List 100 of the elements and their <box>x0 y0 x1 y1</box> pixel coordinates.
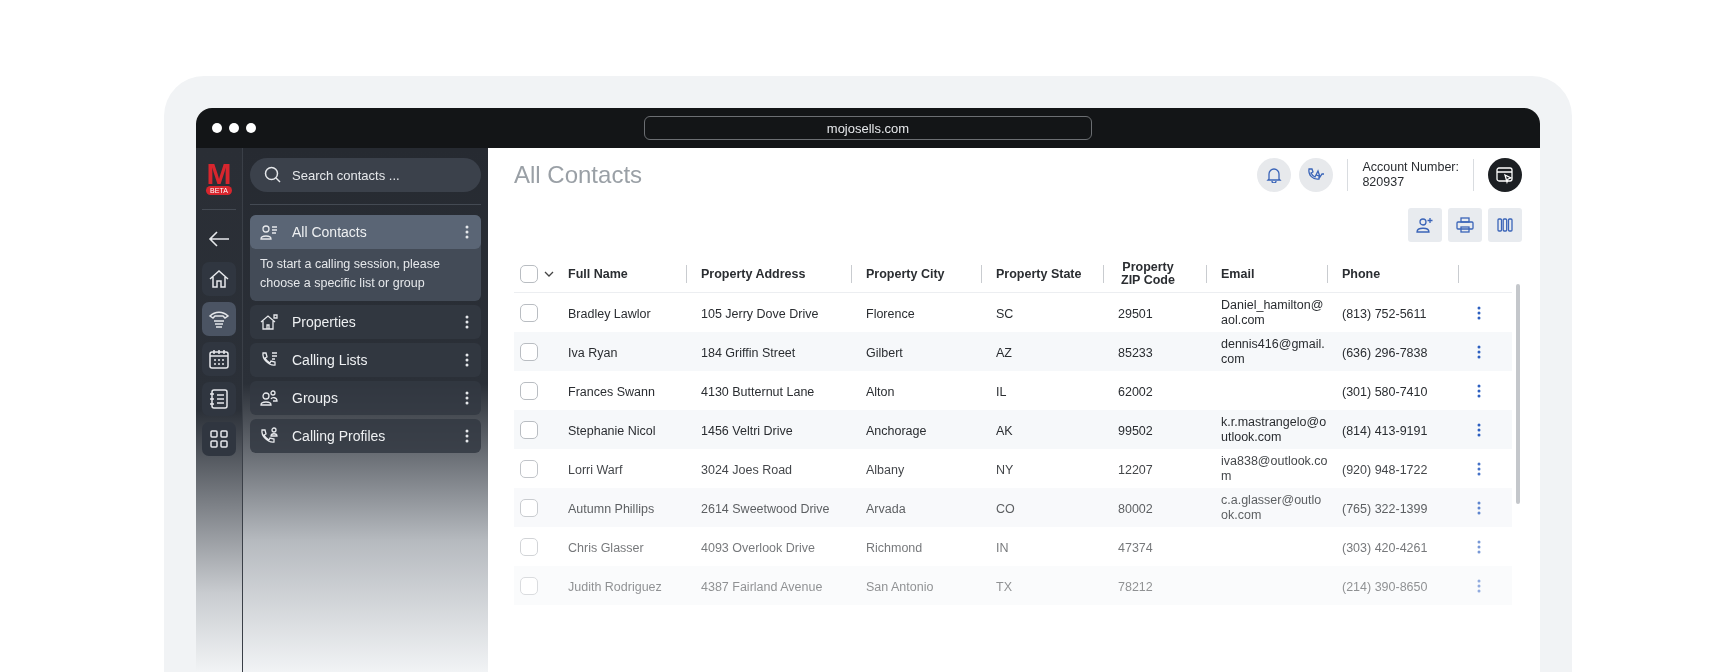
columns-icon <box>1497 217 1513 233</box>
table-cell: Iva Ryan <box>568 345 618 360</box>
house-icon <box>260 313 278 331</box>
sidebar-item[interactable]: Properties <box>250 305 481 339</box>
more-options-icon[interactable] <box>1477 461 1481 476</box>
table-cell: 2614 Sweetwood Drive <box>701 501 830 516</box>
nav-rail-button[interactable] <box>202 302 236 336</box>
chevron-down-icon[interactable] <box>544 271 554 277</box>
table-cell: 47374 <box>1118 540 1153 555</box>
sidebar-item[interactable]: Calling Lists <box>250 343 481 377</box>
table-cell: Albany <box>866 462 905 477</box>
row-checkbox[interactable] <box>520 420 538 439</box>
more-options-icon[interactable] <box>1477 344 1481 359</box>
table-cell: (214) 390-8650 <box>1342 579 1428 594</box>
table-cell: Frances Swann <box>568 384 655 399</box>
scrollbar-thumb[interactable] <box>1516 284 1520 504</box>
account-number: 820937 <box>1362 175 1406 190</box>
table-cell: Anchorage <box>866 423 927 438</box>
more-options-icon[interactable] <box>465 391 469 405</box>
printer-icon <box>1456 216 1474 234</box>
table-cell: (303) 420-4261 <box>1342 540 1428 555</box>
table-cell: (636) 296-7838 <box>1342 345 1428 360</box>
table-cell: 4387 Fairland Avenue <box>701 579 823 594</box>
columns-button[interactable] <box>1488 208 1522 242</box>
window-cursor-icon <box>1496 166 1514 184</box>
calendar-icon <box>208 348 230 370</box>
sidebar-item[interactable]: Groups <box>250 381 481 415</box>
table-cell: CO <box>996 501 1015 516</box>
table-cell: 12207 <box>1118 462 1153 477</box>
table-cell: 4093 Overlook Drive <box>701 540 815 555</box>
column-header[interactable]: Property ZIP Code <box>1118 261 1178 287</box>
more-options-icon[interactable] <box>1477 422 1481 437</box>
select-all-checkbox[interactable] <box>520 265 538 283</box>
table-cell: 1456 Veltri Drive <box>701 423 793 438</box>
search-field[interactable]: Search contacts ... <box>250 158 481 192</box>
table-cell: (765) 322-1399 <box>1342 501 1428 516</box>
logo-letter: M <box>206 160 232 188</box>
print-button[interactable] <box>1448 208 1482 242</box>
account-label: Account Number: <box>1362 160 1459 175</box>
more-options-icon[interactable] <box>465 429 469 443</box>
hint-text: To start a calling session, please choose a specific list or group <box>259 256 441 292</box>
add-contact-button[interactable] <box>1408 208 1442 242</box>
call-status-button[interactable] <box>1299 158 1334 192</box>
table-cell: 85233 <box>1118 345 1153 360</box>
more-options-icon[interactable] <box>465 353 469 367</box>
table-cell: Arvada <box>866 501 906 516</box>
row-checkbox[interactable] <box>520 381 538 400</box>
notifications-button[interactable] <box>1257 158 1292 192</box>
table-cell: k.r.mastrangelo@outlook.com <box>1221 414 1328 445</box>
sidebar-item[interactable]: Calling Profiles <box>250 419 481 453</box>
row-checkbox[interactable] <box>520 459 538 478</box>
more-options-icon[interactable] <box>1477 383 1481 398</box>
table-cell: 3024 Joes Road <box>701 462 793 477</box>
table-cell: NY <box>996 462 1014 477</box>
column-header[interactable]: Property Address <box>701 267 806 281</box>
table-cell: TX <box>996 579 1012 594</box>
table-cell: Alton <box>866 384 895 399</box>
table-cell: SC <box>996 306 1014 321</box>
column-header[interactable]: Full Name <box>568 267 628 281</box>
table-cell: 105 Jerry Dove Drive <box>701 306 819 321</box>
address-bar[interactable]: mojosells.com <box>644 116 1092 140</box>
column-header[interactable]: Property State <box>996 267 1082 281</box>
table-cell: 184 Griffin Street <box>701 345 796 360</box>
sidebar-item[interactable]: All Contacts <box>250 215 481 249</box>
page-title: All Contacts <box>514 161 643 189</box>
row-checkbox[interactable] <box>520 576 538 595</box>
table-cell: 99502 <box>1118 423 1153 438</box>
table-cell: AZ <box>996 345 1012 360</box>
table-cell: San Antonio <box>866 579 934 594</box>
nav-rail-button[interactable] <box>202 382 236 416</box>
phone-list-icon <box>260 351 278 369</box>
table-cell: Chris Glasser <box>568 540 644 555</box>
nav-rail-button[interactable] <box>202 262 236 296</box>
people-icon <box>260 389 278 407</box>
row-checkbox[interactable] <box>520 303 538 322</box>
nav-rail-button[interactable] <box>202 422 236 456</box>
table-cell: Richmond <box>866 540 923 555</box>
table-cell: Autumn Phillips <box>568 501 655 516</box>
table-cell: AK <box>996 423 1013 438</box>
row-checkbox[interactable] <box>520 342 538 361</box>
bell-icon <box>1266 167 1283 183</box>
table-cell: 80002 <box>1118 501 1153 516</box>
table-cell: Stephanie Nicol <box>568 423 656 438</box>
nav-rail-button[interactable] <box>202 342 236 376</box>
more-options-icon[interactable] <box>465 225 469 239</box>
screen-share-button[interactable] <box>1488 158 1522 192</box>
more-options-icon[interactable] <box>465 315 469 329</box>
arrow-left-icon <box>208 230 230 248</box>
table-cell: (920) 948-1722 <box>1342 462 1428 477</box>
table-cell: Lorri Warf <box>568 462 623 477</box>
row-checkbox[interactable] <box>520 537 538 556</box>
column-header[interactable]: Property City <box>866 267 945 281</box>
window-dots-icon <box>212 123 256 133</box>
more-options-icon[interactable] <box>1477 305 1481 320</box>
column-header[interactable]: Phone <box>1342 267 1381 281</box>
table-cell: 78212 <box>1118 579 1153 594</box>
row-checkbox[interactable] <box>520 498 538 517</box>
column-header[interactable]: Email <box>1221 267 1255 281</box>
phone-person-icon <box>260 427 278 445</box>
table-cell: Bradley Lawlor <box>568 306 651 321</box>
